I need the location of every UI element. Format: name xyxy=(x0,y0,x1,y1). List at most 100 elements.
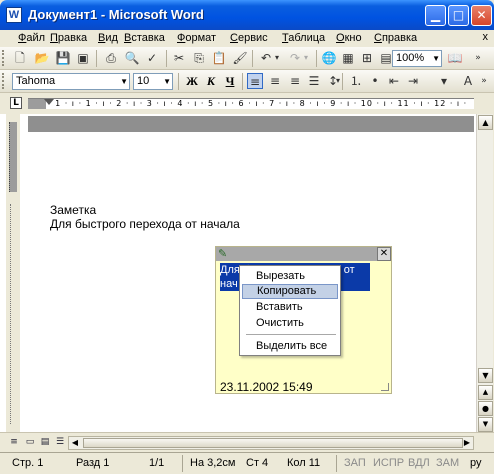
print-layout-icon[interactable]: ▤ xyxy=(39,437,51,448)
context-paste[interactable]: Вставить xyxy=(242,300,338,315)
status-overtype[interactable]: ЗАМ xyxy=(436,457,459,469)
document-line-2[interactable]: Для быстрого перехода от начала xyxy=(50,217,240,231)
align-center-icon[interactable]: ≡ xyxy=(267,73,283,89)
font-size-combo[interactable]: 10 ▼ xyxy=(133,73,173,90)
minimize-button[interactable]: ▁ xyxy=(425,5,446,26)
resize-grip-icon[interactable] xyxy=(381,383,389,391)
document-line-1[interactable]: Заметка xyxy=(50,203,96,217)
format-painter-icon[interactable]: 🖌 xyxy=(232,50,248,66)
menu-format[interactable]: Формат xyxy=(177,32,216,44)
web-layout-icon[interactable]: ▭ xyxy=(24,437,36,448)
status-track-changes[interactable]: ИСПР xyxy=(373,457,404,469)
toolbar-grip[interactable] xyxy=(2,73,5,89)
horizontal-bar: ≡ ▭ ▤ ☰ ◀ ▶ xyxy=(0,432,494,452)
menu-tools[interactable]: Сервис xyxy=(230,32,268,44)
bold-button[interactable]: Ж xyxy=(184,73,200,89)
maximize-button[interactable]: □ xyxy=(448,5,469,26)
copy-icon[interactable]: ⎘ xyxy=(191,50,207,66)
align-left-icon[interactable]: ≡ xyxy=(247,73,263,89)
print-preview-icon[interactable]: 🔍 xyxy=(124,50,140,66)
status-bar: Стр. 1 Разд 1 1/1 На 3,2см Ст 4 Кол 11 З… xyxy=(0,452,494,474)
vertical-scrollbar[interactable]: ▲ ▼ ▲ ● ▼ xyxy=(476,114,493,432)
context-cut[interactable]: Вырезать xyxy=(242,269,338,284)
chevron-down-icon[interactable]: ▼ xyxy=(432,51,440,66)
numbering-icon[interactable]: ⒈ xyxy=(348,73,364,89)
menu-file[interactable]: Файл xyxy=(18,32,45,44)
scroll-up-arrow-icon[interactable]: ▲ xyxy=(478,115,493,130)
status-pages: 1/1 xyxy=(149,457,165,469)
menu-help[interactable]: Справка xyxy=(374,32,417,44)
paste-icon[interactable]: 📋 xyxy=(211,50,227,66)
open-folder-icon[interactable]: 📂 xyxy=(34,50,50,66)
toolbar-separator xyxy=(342,73,343,90)
italic-button[interactable]: К xyxy=(203,73,219,89)
increase-indent-icon[interactable]: ⇥ xyxy=(405,73,421,89)
justify-icon[interactable]: ☰ xyxy=(306,73,322,89)
status-language: ру xyxy=(470,457,482,469)
hyperlink-icon[interactable]: 🌐 xyxy=(321,50,337,66)
highlight-icon[interactable]: ▾ xyxy=(436,73,452,89)
chevron-down-icon[interactable]: ▼ xyxy=(163,74,171,89)
first-line-indent-marker[interactable] xyxy=(44,99,54,105)
note-timestamp: 23.11.2002 15:49 xyxy=(220,380,313,394)
font-color-icon[interactable]: A xyxy=(460,73,476,89)
note-title-bar[interactable]: ✎ ✕ xyxy=(216,247,391,261)
tab-selector-button[interactable]: L xyxy=(10,97,22,109)
context-select-all[interactable]: Выделить все xyxy=(242,339,338,354)
document-close-x[interactable]: x xyxy=(483,31,489,43)
menu-view[interactable]: Вид xyxy=(98,32,118,44)
print-icon[interactable]: ⎙ xyxy=(103,50,119,66)
note-close-button[interactable]: ✕ xyxy=(377,247,391,261)
outline-view-icon[interactable]: ☰ xyxy=(54,437,66,448)
toolbar-separator xyxy=(316,50,317,67)
context-copy[interactable]: Копировать xyxy=(242,284,338,299)
note-icon[interactable]: ✎ xyxy=(218,247,232,261)
horizontal-scrollbar[interactable]: ◀ ▶ xyxy=(68,436,474,450)
status-extend[interactable]: ВДЛ xyxy=(408,457,430,469)
scroll-right-arrow-icon[interactable]: ▶ xyxy=(461,437,473,449)
underline-button[interactable]: Ч xyxy=(222,73,238,89)
select-browse-object-icon[interactable]: ● xyxy=(478,401,493,416)
title-bar[interactable]: W Документ1 - Microsoft Word ▁ □ ✕ xyxy=(0,0,494,30)
toolbar-grip[interactable] xyxy=(2,50,5,66)
redo-dropdown-icon[interactable]: ▾ xyxy=(301,50,311,66)
window-title: Документ1 - Microsoft Word xyxy=(28,7,204,22)
ruler-marks: · 1 · ı · 1 · ı · 2 · ı · 3 · ı · 4 · ı … xyxy=(48,99,468,108)
scroll-down-arrow-icon[interactable]: ▼ xyxy=(478,368,493,383)
menu-window[interactable]: Окно xyxy=(336,32,362,44)
read-icon[interactable]: 📖 xyxy=(447,50,463,66)
cut-icon[interactable]: ✂ xyxy=(171,50,187,66)
status-record[interactable]: ЗАП xyxy=(344,457,366,469)
toolbar-options-icon[interactable]: » xyxy=(470,50,486,66)
bullets-icon[interactable]: • xyxy=(367,73,383,89)
font-combo[interactable]: Tahoma ▼ xyxy=(12,73,130,90)
menu-bar: Файл Правка Вид Вставка Формат Сервис Та… xyxy=(0,30,494,47)
align-right-icon[interactable]: ≡ xyxy=(287,73,303,89)
next-page-icon[interactable]: ▼ xyxy=(478,417,493,432)
zoom-combo[interactable]: 100% ▼ xyxy=(392,50,442,67)
line-spacing-dropdown-icon[interactable]: ▾ xyxy=(334,73,342,89)
toolbar-options-icon[interactable]: » xyxy=(478,73,490,89)
chevron-down-icon[interactable]: ▼ xyxy=(120,74,128,89)
ruler-strip[interactable]: · 1 · ı · 1 · ı · 2 · ı · 3 · ı · 4 · ı … xyxy=(28,98,474,109)
undo-dropdown-icon[interactable]: ▾ xyxy=(272,50,282,66)
previous-page-icon[interactable]: ▲ xyxy=(478,385,493,400)
word-app-icon[interactable]: W xyxy=(6,7,22,23)
menu-table[interactable]: Таблица xyxy=(282,32,325,44)
context-menu: Вырезать Копировать Вставить Очистить Вы… xyxy=(239,265,341,356)
insert-table-icon[interactable]: ⊞ xyxy=(359,50,375,66)
save-icon[interactable]: 💾 xyxy=(55,50,71,66)
horizontal-scroll-thumb[interactable] xyxy=(83,438,463,448)
normal-view-icon[interactable]: ≡ xyxy=(8,437,20,448)
menu-edit[interactable]: Правка xyxy=(50,32,87,44)
decrease-indent-icon[interactable]: ⇤ xyxy=(386,73,402,89)
new-document-icon[interactable]: 🗋 xyxy=(12,50,28,66)
close-button[interactable]: ✕ xyxy=(471,5,492,26)
status-page: Стр. 1 xyxy=(12,457,44,469)
menu-insert[interactable]: Вставка xyxy=(124,32,165,44)
permission-icon[interactable]: ▣ xyxy=(75,50,91,66)
context-clear[interactable]: Очистить xyxy=(242,316,338,331)
tables-borders-icon[interactable]: ▦ xyxy=(340,50,356,66)
spelling-icon[interactable]: ✓ xyxy=(144,50,160,66)
scroll-left-arrow-icon[interactable]: ◀ xyxy=(69,437,81,449)
